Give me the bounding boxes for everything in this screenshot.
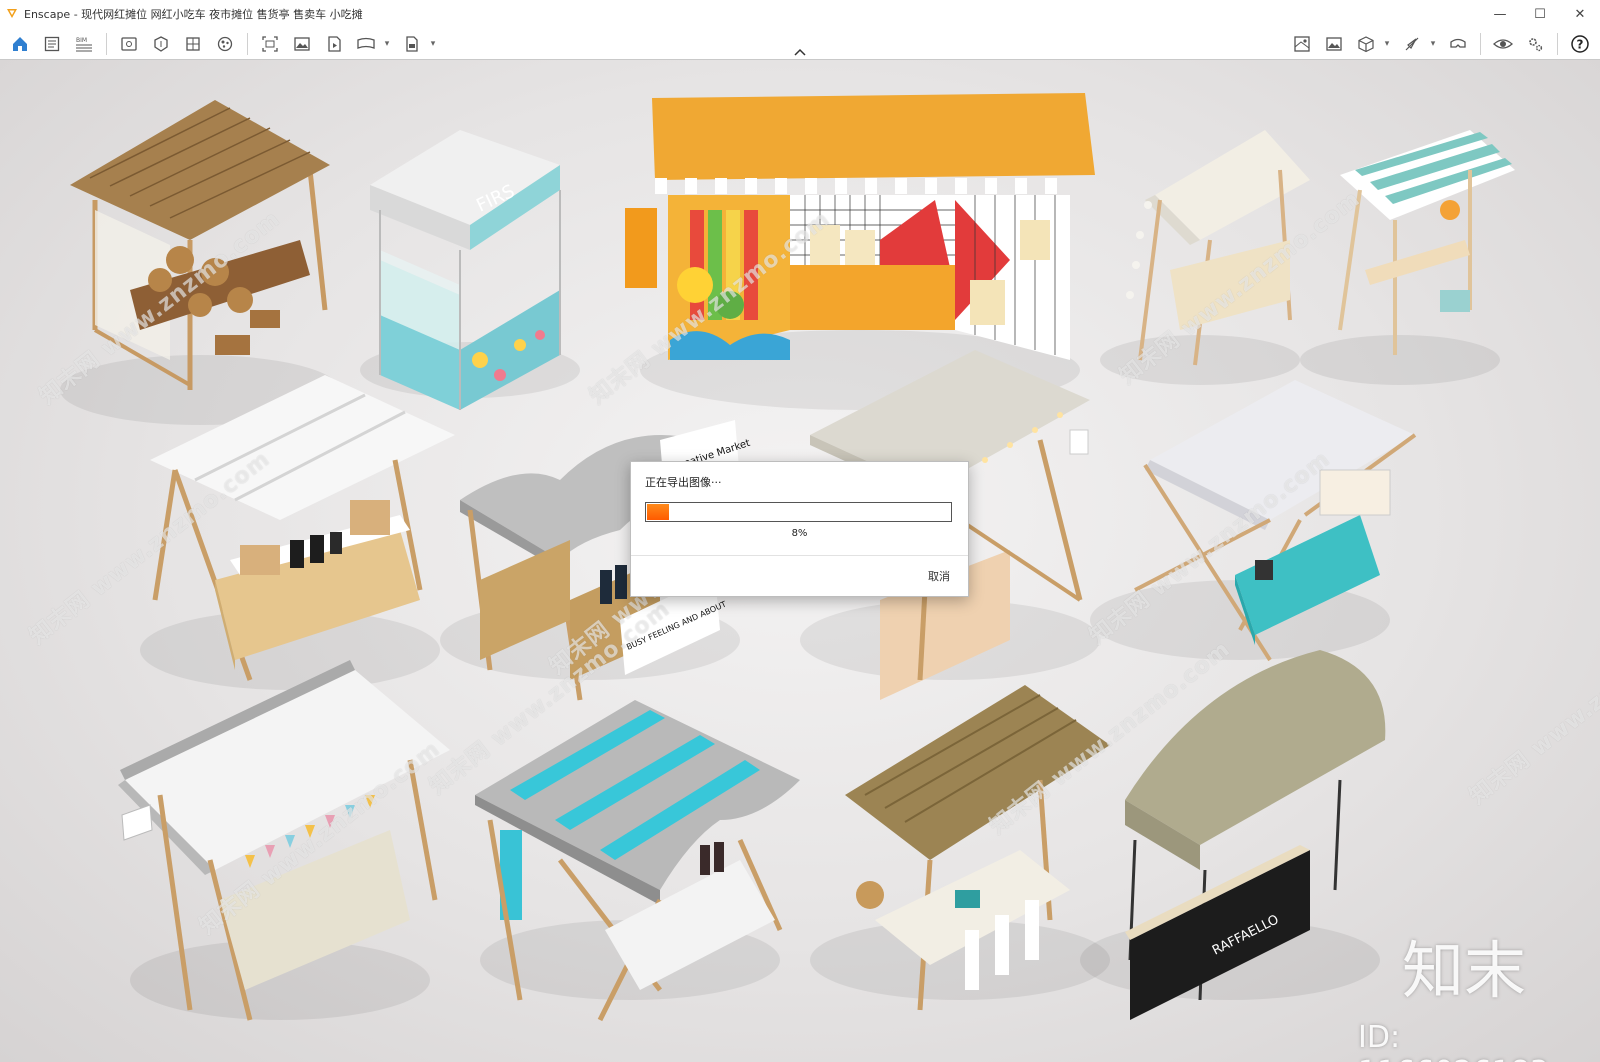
export-progress-bar [645, 502, 952, 522]
stall-teal-kiosk: FIRS [370, 130, 561, 410]
enscape-logo-icon [6, 7, 18, 22]
maximize-button[interactable]: ☐ [1520, 0, 1560, 28]
panorama-icon[interactable] [353, 31, 379, 57]
cube-dropdown-chevron-icon[interactable]: ▾ [1382, 31, 1392, 57]
svg-text:BIM: BIM [76, 37, 87, 44]
window-title: Enscape - 现代网红摊位 网红小吃车 夜市摊位 售货亭 售卖车 小吃摊 [24, 8, 363, 21]
views-icon[interactable] [116, 31, 142, 57]
screenshot-icon[interactable] [257, 31, 283, 57]
svg-text:?: ? [1577, 38, 1584, 52]
help-icon[interactable]: ? [1567, 31, 1593, 57]
map-icon[interactable] [1289, 31, 1315, 57]
compass-icon[interactable] [1399, 31, 1425, 57]
bim-icon[interactable]: BIM [71, 31, 97, 57]
vr-icon[interactable] [1445, 31, 1471, 57]
toolbar-divider [247, 33, 248, 55]
cancel-button[interactable]: 取消 [928, 568, 950, 584]
export-file-icon[interactable] [399, 31, 425, 57]
materials-icon[interactable] [180, 31, 206, 57]
export-progress-dialog: 正在导出图像··· 8% 取消 [630, 461, 969, 597]
gear-icon[interactable] [1522, 31, 1548, 57]
progress-fill [647, 504, 670, 520]
image-export-icon[interactable] [289, 31, 315, 57]
home-icon[interactable] [7, 31, 33, 57]
minimize-button[interactable]: — [1480, 0, 1520, 28]
dialog-divider [631, 555, 968, 556]
image-id-watermark: ID: 1166026183 [1358, 1020, 1549, 1062]
objects-icon[interactable] [148, 31, 174, 57]
toolbar-divider [1557, 33, 1558, 55]
toolbar-divider [106, 33, 107, 55]
atmosphere-icon[interactable] [212, 31, 238, 57]
dialog-title: 正在导出图像··· [645, 476, 722, 489]
panorama-dropdown-chevron-icon[interactable]: ▾ [382, 31, 392, 57]
collapse-toolbar-chevron-up-icon[interactable] [793, 46, 807, 58]
stall-striped-canopy [1338, 130, 1515, 355]
toolbar-divider [1480, 33, 1481, 55]
export-dropdown-chevron-icon[interactable]: ▾ [428, 31, 438, 57]
progress-percent: 8% [791, 528, 808, 539]
gallery-icon[interactable] [1321, 31, 1347, 57]
brand-watermark: 知末 [1402, 934, 1527, 1007]
close-button[interactable]: ✕ [1560, 0, 1600, 28]
compass-dropdown-chevron-icon[interactable]: ▾ [1428, 31, 1438, 57]
cube-icon[interactable] [1353, 31, 1379, 57]
eye-icon[interactable] [1490, 31, 1516, 57]
settings-panel-icon[interactable] [39, 31, 65, 57]
video-icon[interactable] [321, 31, 347, 57]
title-bar: Enscape - 现代网红摊位 网红小吃车 夜市摊位 售货亭 售卖车 小吃摊 … [0, 0, 1600, 28]
